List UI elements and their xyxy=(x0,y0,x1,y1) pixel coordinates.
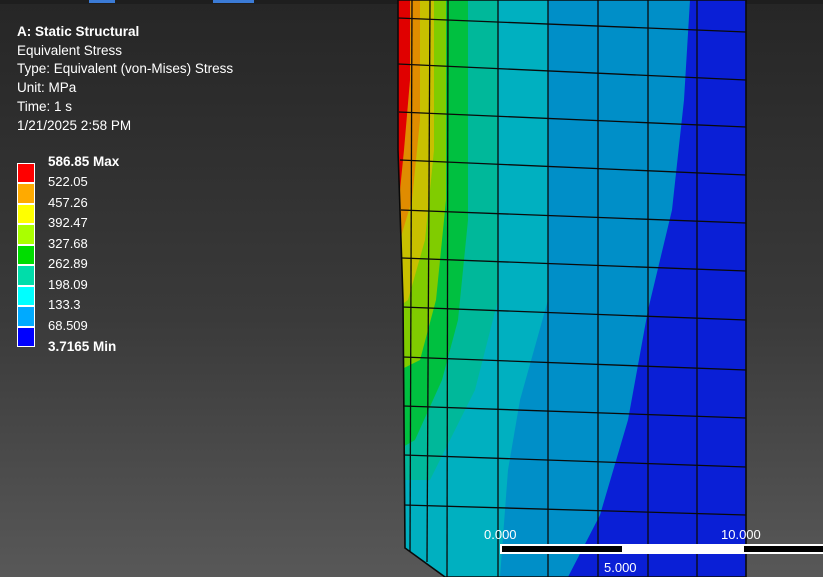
legend-value: 457.26 xyxy=(48,195,88,210)
scale-bar-segment xyxy=(744,546,823,552)
legend-value: 262.89 xyxy=(48,256,88,271)
legend-swatch xyxy=(17,245,35,265)
legend-max-label: 586.85 Max xyxy=(48,154,120,169)
result-name: Equivalent Stress xyxy=(17,42,123,58)
result-time: Time: 1 s xyxy=(17,98,73,114)
legend-swatch xyxy=(17,183,35,204)
legend-value: 68.509 xyxy=(48,318,88,333)
legend-swatch xyxy=(17,306,35,327)
legend-value: 392.47 xyxy=(48,215,88,230)
legend-value: 133.3 xyxy=(48,297,81,312)
legend-swatch xyxy=(17,224,35,245)
analysis-title: A: Static Structural xyxy=(17,24,140,39)
scale-label-mid: 5.000 xyxy=(604,560,637,575)
legend-min-label: 3.7165 Min xyxy=(48,339,117,354)
result-unit: Unit: MPa xyxy=(17,80,77,96)
legend-value: 522.05 xyxy=(48,174,88,189)
result-type: Type: Equivalent (von-Mises) Stress xyxy=(17,61,234,77)
legend-swatch xyxy=(17,163,35,183)
legend-swatch xyxy=(17,204,35,224)
scale-bar-segment xyxy=(502,546,622,552)
legend-value: 327.68 xyxy=(48,236,88,251)
scale-label-end: 10.000 xyxy=(721,527,761,542)
scale-label-start: 0.000 xyxy=(484,527,517,542)
legend-swatch xyxy=(17,327,35,347)
result-info-panel: A: Static Structural Equivalent Stress T… xyxy=(17,23,233,135)
legend-value: 198.09 xyxy=(48,277,88,292)
legend-swatch xyxy=(17,286,35,306)
result-timestamp: 1/21/2025 2:58 PM xyxy=(17,117,132,133)
legend-swatch xyxy=(17,265,35,286)
stress-contour-plot xyxy=(398,0,746,577)
